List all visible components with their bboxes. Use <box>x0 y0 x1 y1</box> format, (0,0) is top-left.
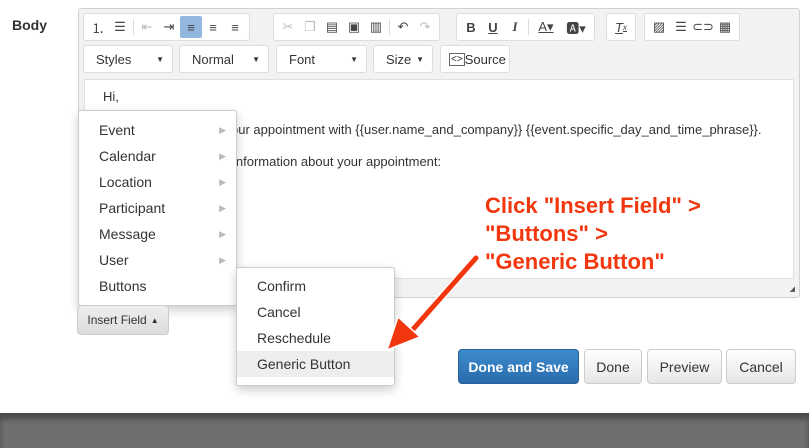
annotation-arrow-icon <box>385 254 480 352</box>
page-footer-shadow <box>0 413 809 448</box>
